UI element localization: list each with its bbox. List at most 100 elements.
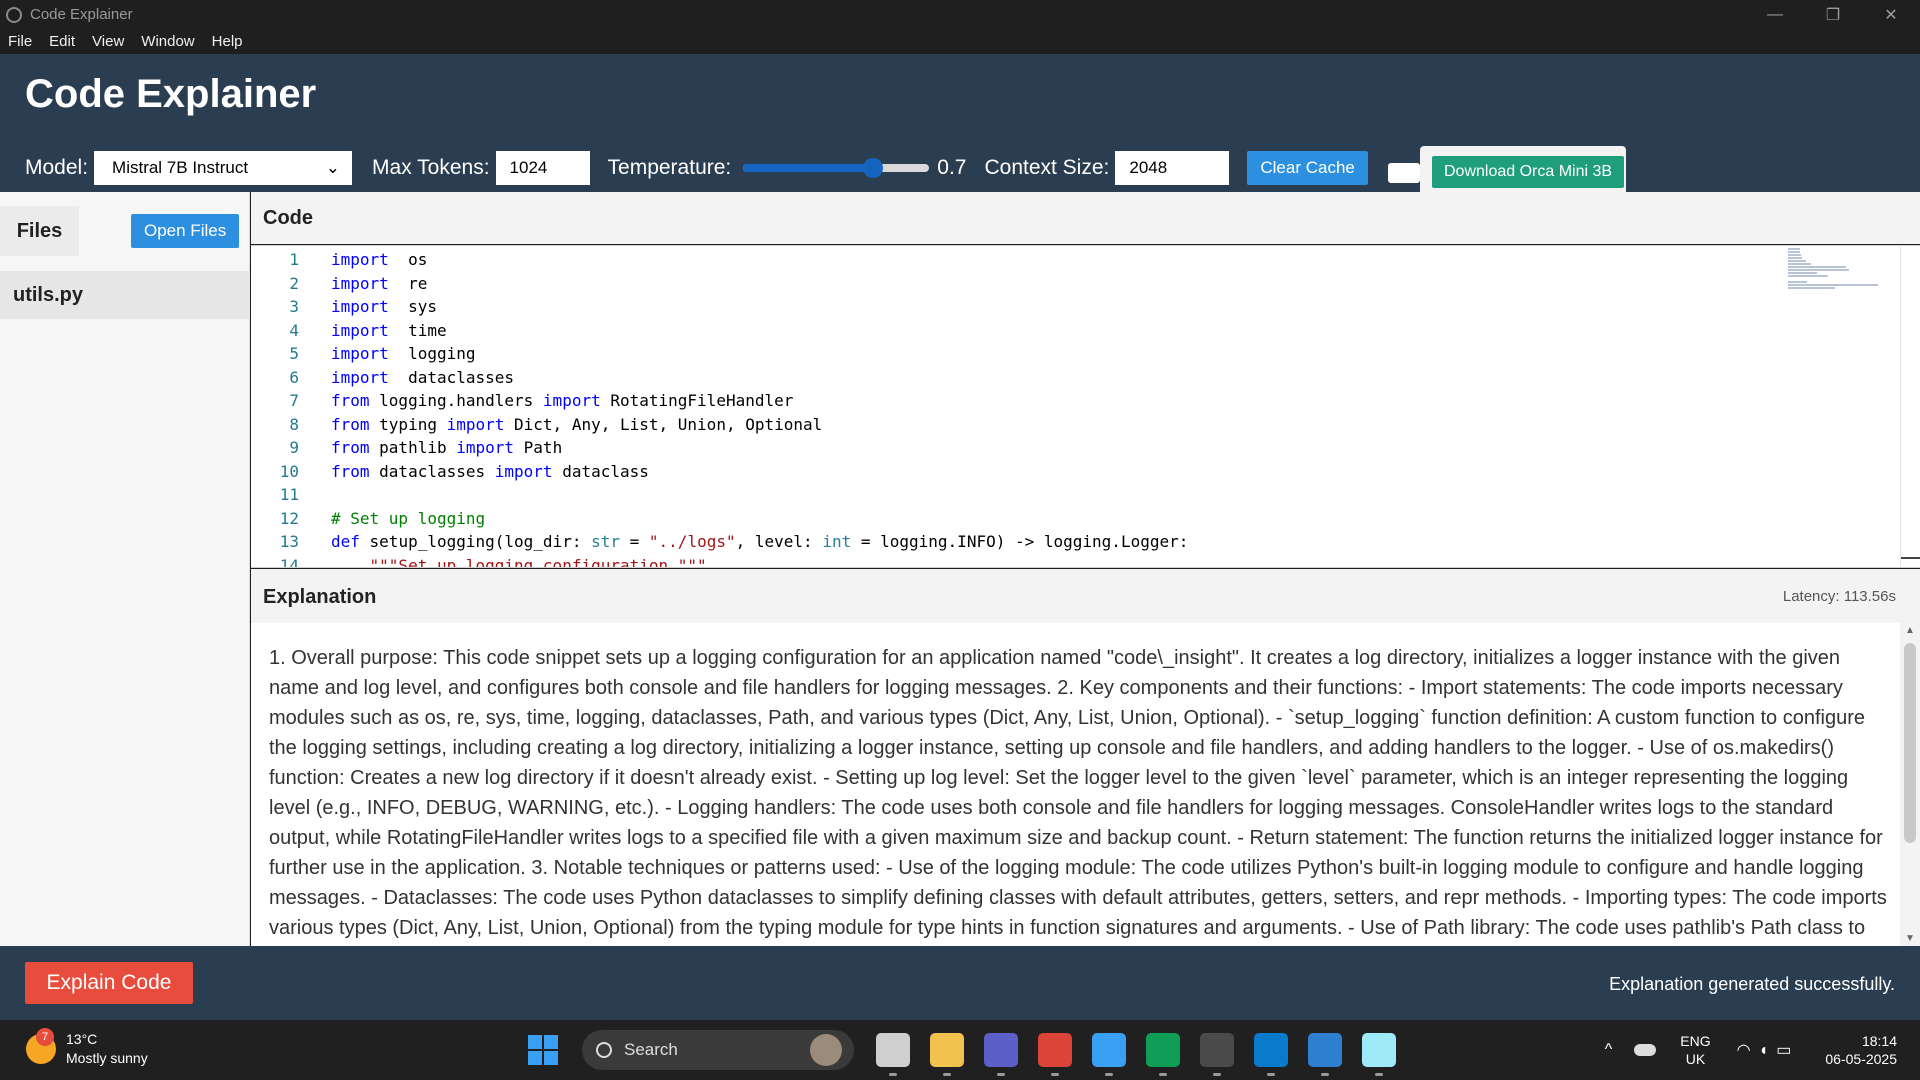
explanation-header: Explanation Latency: 113.56s (251, 569, 1920, 623)
max-tokens-label: Max Tokens: (372, 156, 490, 179)
file-explorer-icon[interactable] (930, 1033, 964, 1076)
code-line: 1 import os (251, 250, 1781, 274)
code-line: 12 # Set up logging (251, 509, 1781, 533)
running-indicator (1267, 1073, 1275, 1076)
electron-app-icon[interactable] (1362, 1033, 1396, 1076)
line-number: 12 (279, 508, 299, 528)
close-button[interactable]: ✕ (1862, 0, 1920, 29)
chevron-down-icon: ⌄ (325, 158, 341, 177)
chevron-up-icon[interactable]: ^ (1605, 1041, 1613, 1059)
taskbar-apps: Search (528, 1028, 1406, 1076)
minimap-line (1788, 266, 1846, 268)
minimap-line (1788, 260, 1806, 262)
wifi-volume-battery-icons[interactable]: ◠◖▭ (1737, 1040, 1800, 1060)
code-token: from (331, 414, 370, 434)
app-icon (6, 6, 22, 23)
context-size-input[interactable]: 2048 (1115, 151, 1230, 185)
blank-button[interactable] (1387, 163, 1420, 183)
download-tab: Download Orca Mini 3B (1420, 146, 1626, 192)
download-model-button[interactable]: Download Orca Mini 3B (1432, 156, 1625, 188)
minimap-line (1788, 287, 1835, 289)
teams-icon[interactable] (984, 1033, 1018, 1076)
code-token: pathlib (369, 438, 457, 457)
photos-icon[interactable] (1308, 1033, 1342, 1076)
code-token: = logging.INFO) -> logging.Logger: (851, 532, 1189, 551)
minimap-line (1788, 284, 1878, 286)
menu-edit[interactable]: Edit (49, 33, 75, 50)
scroll-down-icon[interactable]: ▼ (1900, 933, 1920, 944)
code-token: import (331, 367, 389, 387)
code-line: 8 from typing import Dict, Any, List, Uni… (251, 415, 1781, 439)
minimap-line (1788, 248, 1800, 250)
code-token: # Set up logging (331, 508, 486, 528)
code-token: import (494, 461, 553, 481)
code-token: os (388, 250, 428, 269)
weather-widget[interactable]: 7 13°C Mostly sunny (26, 1028, 148, 1068)
chrome-icon[interactable] (1038, 1033, 1072, 1076)
line-number: 3 (289, 297, 299, 316)
line-number: 14 (279, 555, 299, 568)
explanation-text: 1. Overall purpose: This code snippet se… (269, 647, 1887, 939)
code-line: 7 from logging.handlers import RotatingFi… (251, 391, 1781, 415)
scroll-up-icon[interactable]: ▲ (1900, 625, 1920, 636)
menu-help[interactable]: Help (212, 33, 243, 50)
code-token: from (331, 461, 370, 481)
code-line: 9 from pathlib import Path (251, 438, 1781, 462)
files-tab[interactable]: Files (0, 206, 79, 256)
code-token: dataclass (552, 461, 649, 481)
menu-window[interactable]: Window (141, 33, 194, 50)
taskbar-search[interactable]: Search (582, 1030, 854, 1070)
menu-file[interactable]: File (8, 33, 32, 50)
code-line: 10 from dataclasses import dataclass (251, 462, 1781, 486)
clear-cache-button[interactable]: Clear Cache (1247, 151, 1368, 185)
temperature-slider[interactable] (743, 158, 930, 178)
window-controls: — ❐ ✕ (1746, 0, 1920, 29)
code-token: time (388, 320, 447, 340)
code-token: , level: (735, 532, 823, 551)
scrollbar-thumb[interactable] (1904, 643, 1916, 843)
minimize-button[interactable]: — (1746, 0, 1804, 29)
chrome-profile-icon[interactable] (1146, 1033, 1180, 1076)
maximize-button[interactable]: ❐ (1804, 0, 1862, 29)
code-token: Dict, Any, List, Union, Optional (504, 414, 823, 434)
line-content: from dataclasses import dataclass (331, 462, 649, 481)
menu-view[interactable]: View (92, 33, 124, 50)
status-message: Explanation generated successfully. (1609, 974, 1895, 994)
running-indicator (1375, 1073, 1383, 1076)
temperature-slider-handle[interactable] (863, 158, 884, 178)
explanation-panel[interactable]: 1. Overall purpose: This code snippet se… (251, 623, 1920, 946)
code-line: 5 import logging (251, 344, 1781, 368)
onedrive-icon[interactable] (1634, 1044, 1657, 1056)
editor-minimap[interactable] (1788, 248, 1878, 330)
code-line: 13 def setup_logging(log_dir: str = "../l… (251, 532, 1781, 556)
code-token: typing (369, 414, 447, 434)
code-token: import (456, 438, 515, 457)
code-token: setup_logging(log_dir: (359, 532, 592, 551)
start-button[interactable] (528, 1035, 558, 1065)
task-view-icon[interactable] (876, 1033, 910, 1076)
vscode-icon[interactable] (1254, 1033, 1288, 1076)
notepad-icon[interactable] (1092, 1033, 1126, 1076)
max-tokens-input[interactable]: 1024 (495, 151, 590, 185)
code-line: 14 """Set up logging configuration.""" (251, 555, 1781, 568)
editor-scrollbar[interactable] (1900, 246, 1920, 567)
file-item[interactable]: utils.py (0, 271, 250, 319)
code-token: import (446, 414, 505, 434)
code-token: RotatingFileHandler (600, 391, 794, 410)
code-editor[interactable]: 1 import os 2 import re 3 import sys 4 import t… (251, 245, 1920, 568)
code-line: 3 import sys (251, 297, 1781, 321)
line-content: import time (331, 321, 447, 340)
minimap-line (1788, 254, 1802, 256)
clock[interactable]: 18:14 06-05-2025 (1825, 1032, 1897, 1068)
terminal-icon[interactable] (1200, 1033, 1234, 1076)
code-line: 11 (251, 485, 1781, 509)
app-title: Code Explainer (25, 72, 317, 116)
model-select[interactable]: Mistral 7B Instruct ⌄ (94, 151, 353, 185)
code-token: import (331, 250, 389, 269)
temperature-value: 0.7 (937, 156, 967, 179)
code-token: import (331, 320, 389, 340)
explanation-scrollbar[interactable]: ▲ ▼ (1900, 623, 1920, 946)
open-files-button[interactable]: Open Files (131, 214, 240, 248)
explain-code-button[interactable]: Explain Code (25, 962, 193, 1004)
language-indicator[interactable]: ENG UK (1680, 1032, 1710, 1068)
